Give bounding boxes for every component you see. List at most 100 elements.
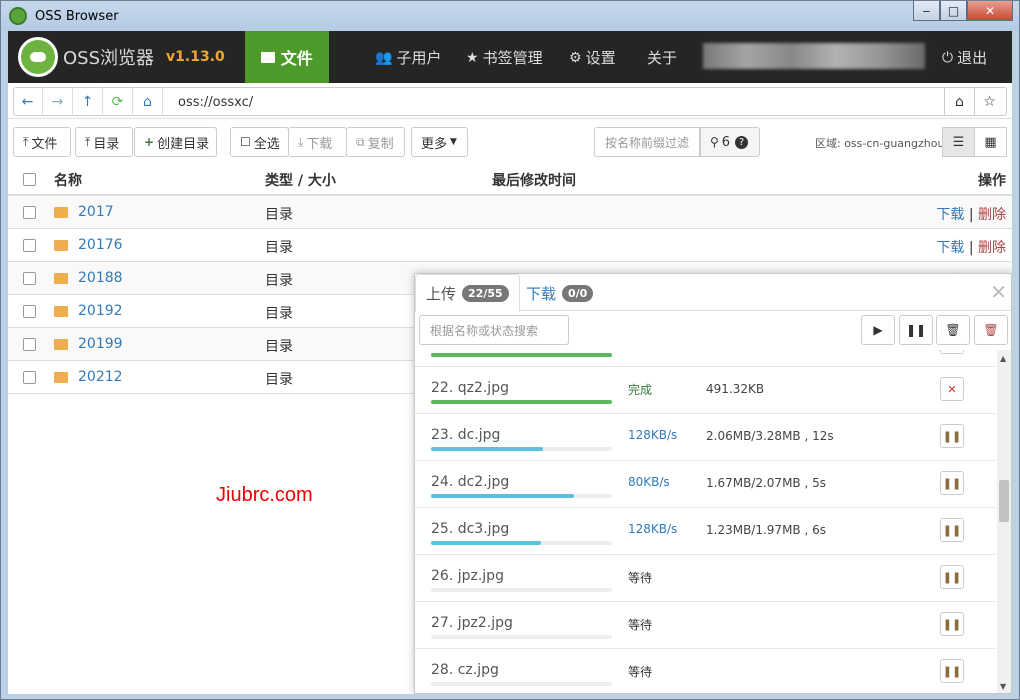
refresh-icon[interactable]: ⟳: [103, 87, 133, 116]
watermark-text: Jiubrc.com: [216, 484, 313, 506]
download-label: 下载: [306, 136, 333, 152]
row-actions: 下载 | 删除: [936, 237, 1006, 257]
upload-icon: ⤒: [85, 134, 91, 149]
scrollbar-thumb[interactable]: [999, 480, 1009, 522]
folder-icon: [260, 51, 275, 63]
row-checkbox[interactable]: [23, 239, 36, 252]
delete-link[interactable]: 删除: [978, 240, 1006, 256]
delete-link[interactable]: 删除: [978, 207, 1006, 223]
row-checkbox[interactable]: [23, 371, 36, 384]
select-all-checkbox[interactable]: [23, 173, 36, 186]
bookmark-star-icon[interactable]: ☆: [974, 87, 1004, 116]
pause-task-icon[interactable]: ❚❚: [940, 659, 964, 683]
row-checkbox[interactable]: [23, 305, 36, 318]
transfer-task: 21. qz.jpg完成409.7KB✕: [415, 350, 995, 367]
clear-all-button[interactable]: 🗑: [974, 315, 1008, 345]
table-row[interactable]: 20176 目录 下载 | 删除: [8, 229, 1012, 262]
start-all-button[interactable]: ▶: [861, 315, 895, 345]
nav-files-label: 文件: [280, 49, 313, 68]
close-button[interactable]: ✕: [967, 1, 1013, 21]
pause-task-icon[interactable]: ❚❚: [940, 565, 964, 589]
upload-dir-button[interactable]: ⤒ 目录: [75, 127, 133, 157]
app-client: OSS浏览器 v1.13.0 文件 👥 子用户 ★ 书签管理 ⚙ 设置 关于 ⏻ 退出 …: [8, 31, 1012, 694]
download-link[interactable]: 下载: [936, 240, 964, 256]
grid-view-icon[interactable]: ▦: [974, 127, 1007, 157]
tab-download[interactable]: 下载 0/0: [516, 274, 603, 312]
logout-button[interactable]: ⏻ 退出: [942, 47, 987, 68]
select-all-button[interactable]: ☐ 全选: [230, 127, 289, 157]
scroll-up-icon[interactable]: ▲: [1000, 354, 1006, 363]
pause-task-icon[interactable]: ❚❚: [940, 424, 964, 448]
more-button[interactable]: 更多 ▼: [411, 127, 468, 157]
filter-input[interactable]: 按名称前缀过滤: [594, 127, 700, 157]
transfer-task: 28. cz.jpg 等待 ❚❚: [415, 649, 995, 693]
task-search-input[interactable]: 根据名称或状态搜索: [419, 315, 569, 345]
task-progress-fill: [431, 400, 612, 404]
list-view-icon[interactable]: ☰: [942, 127, 975, 157]
row-checkbox[interactable]: [23, 272, 36, 285]
task-progress-bar: [431, 541, 612, 545]
folder-icon: [54, 207, 68, 218]
copy-button[interactable]: ⧉ 复制: [346, 127, 405, 157]
row-checkbox[interactable]: [23, 338, 36, 351]
download-button[interactable]: ⤓ 下载: [288, 127, 347, 157]
maximize-button[interactable]: □: [940, 1, 967, 21]
header-ops: 操作: [978, 173, 1006, 189]
task-progress-fill: [431, 447, 544, 451]
remove-task-icon[interactable]: ✕: [940, 377, 964, 401]
minimize-button[interactable]: ‒: [913, 1, 940, 21]
folder-icon: [54, 339, 68, 350]
region-label: 区域: oss-cn-guangzhou: [815, 137, 945, 150]
upload-file-label: 文件: [31, 136, 58, 152]
row-checkbox[interactable]: [23, 206, 36, 219]
upload-file-button[interactable]: ⤒ 文件: [13, 127, 71, 157]
scroll-down-icon[interactable]: ▼: [1000, 682, 1006, 691]
nav-about[interactable]: 关于: [647, 47, 677, 68]
nav-files-tab[interactable]: 文件: [244, 31, 329, 83]
oss-logo-icon: [18, 37, 58, 77]
task-scrollbar[interactable]: ▲ ▼: [997, 350, 1011, 693]
file-name[interactable]: 20188: [78, 270, 123, 286]
caret-down-icon: ▼: [450, 137, 457, 147]
file-name[interactable]: 20199: [78, 336, 123, 352]
address-input[interactable]: oss://ossxc/: [178, 95, 253, 110]
upload-count-badge: 22/55: [462, 284, 509, 302]
nav-subusers[interactable]: 👥 子用户: [375, 47, 441, 68]
search-icon: ⚲: [710, 135, 719, 149]
remove-task-icon[interactable]: ✕: [940, 350, 964, 354]
pause-task-icon[interactable]: ❚❚: [940, 471, 964, 495]
separator: |: [968, 240, 974, 256]
nav-bookmarks[interactable]: ★ 书签管理: [466, 47, 543, 68]
create-dir-button[interactable]: + 创建目录: [134, 127, 217, 157]
search-button[interactable]: ⚲ 6?: [700, 127, 760, 157]
task-status: 等待: [628, 571, 653, 585]
file-name[interactable]: 20212: [78, 369, 123, 385]
close-icon[interactable]: ✕: [990, 280, 1007, 304]
transfer-task: 23. dc.jpg 128KB/s 2.06MB/3.28MB , 12s ❚❚: [415, 414, 995, 461]
file-type: 目录: [265, 372, 293, 388]
folder-icon: [54, 306, 68, 317]
pause-all-button[interactable]: ❚❚: [899, 315, 933, 345]
file-name[interactable]: 2017: [78, 204, 114, 220]
clear-done-button[interactable]: 🗑: [936, 315, 970, 345]
file-name[interactable]: 20176: [78, 237, 123, 253]
power-icon: ⏻: [942, 49, 954, 66]
back-arrow-icon[interactable]: ←: [13, 87, 43, 116]
table-row[interactable]: 2017 目录 下载 | 删除: [8, 196, 1012, 229]
users-icon: 👥: [375, 49, 393, 66]
task-name: 28. cz.jpg: [431, 662, 499, 678]
up-arrow-icon[interactable]: ↑: [73, 87, 103, 116]
toolbar: ⤒ 文件 ⤒ 目录 + 创建目录 ☐ 全选 ⤓ 下载 ⧉ 复制 更多 ▼ 按名称前缀过滤 ⚲ 6…: [8, 119, 1012, 163]
tab-upload[interactable]: 上传 22/55: [415, 274, 520, 312]
forward-arrow-icon[interactable]: →: [43, 87, 73, 116]
nav-about-label: 关于: [647, 49, 678, 67]
nav-settings[interactable]: ⚙ 设置: [569, 47, 616, 68]
download-link[interactable]: 下载: [936, 207, 964, 223]
folder-icon: [54, 372, 68, 383]
home-icon[interactable]: ⌂: [133, 87, 163, 116]
file-name[interactable]: 20192: [78, 303, 123, 319]
pause-task-icon[interactable]: ❚❚: [940, 518, 964, 542]
task-progress-bar: [431, 353, 612, 357]
home-bookmark-icon[interactable]: ⌂: [944, 87, 974, 116]
pause-task-icon[interactable]: ❚❚: [940, 612, 964, 636]
